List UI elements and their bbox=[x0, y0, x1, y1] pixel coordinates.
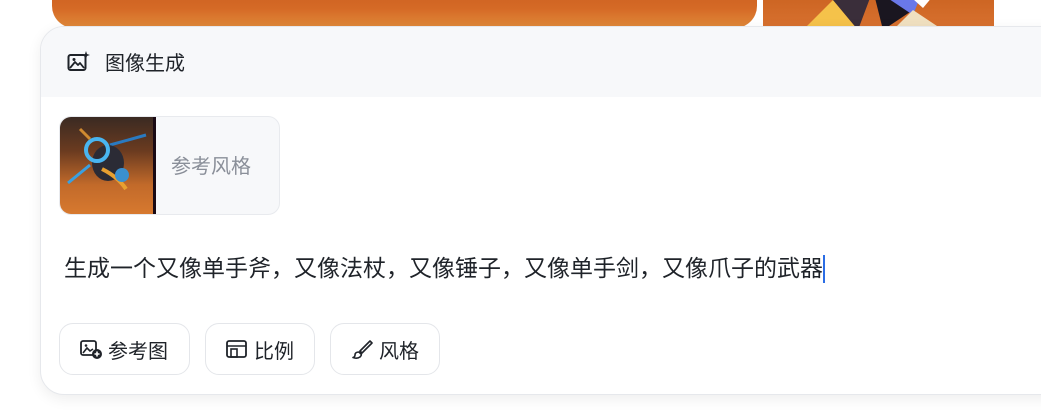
aspect-ratio-label: 比例 bbox=[254, 338, 294, 363]
reference-image-label: 参考图 bbox=[108, 338, 168, 363]
aspect-ratio-icon bbox=[226, 340, 247, 358]
background-image-left[interactable] bbox=[52, 0, 757, 28]
style-button[interactable]: 风格 bbox=[330, 323, 440, 375]
panel-header: 图像生成 bbox=[41, 27, 1041, 97]
reference-image-button[interactable]: 参考图 bbox=[59, 323, 190, 375]
prompt-input[interactable]: 生成一个又像单手斧，又像法杖，又像锤子，又像单手剑，又像爪子的武器 bbox=[64, 255, 825, 283]
aspect-ratio-button[interactable]: 比例 bbox=[205, 323, 315, 375]
prompt-text: 生成一个又像单手斧，又像法杖，又像锤子，又像单手剑，又像爪子的武器 bbox=[64, 256, 823, 282]
weapon-thumbnail bbox=[60, 117, 156, 214]
image-generation-panel: 图像生成 参考风格 生成一个又像单手斧，又像法杖，又像锤子，又像单手剑，又像爪子… bbox=[40, 26, 1041, 395]
image-add-icon bbox=[80, 340, 102, 359]
image-sparkle-icon bbox=[67, 51, 91, 73]
panel-title: 图像生成 bbox=[105, 51, 185, 75]
thumbnail-divider bbox=[153, 117, 156, 214]
reference-style-card[interactable]: 参考风格 bbox=[59, 116, 280, 215]
brush-icon bbox=[352, 340, 373, 359]
reference-style-label: 参考风格 bbox=[171, 154, 251, 178]
style-label: 风格 bbox=[379, 338, 419, 363]
text-cursor bbox=[823, 255, 825, 283]
